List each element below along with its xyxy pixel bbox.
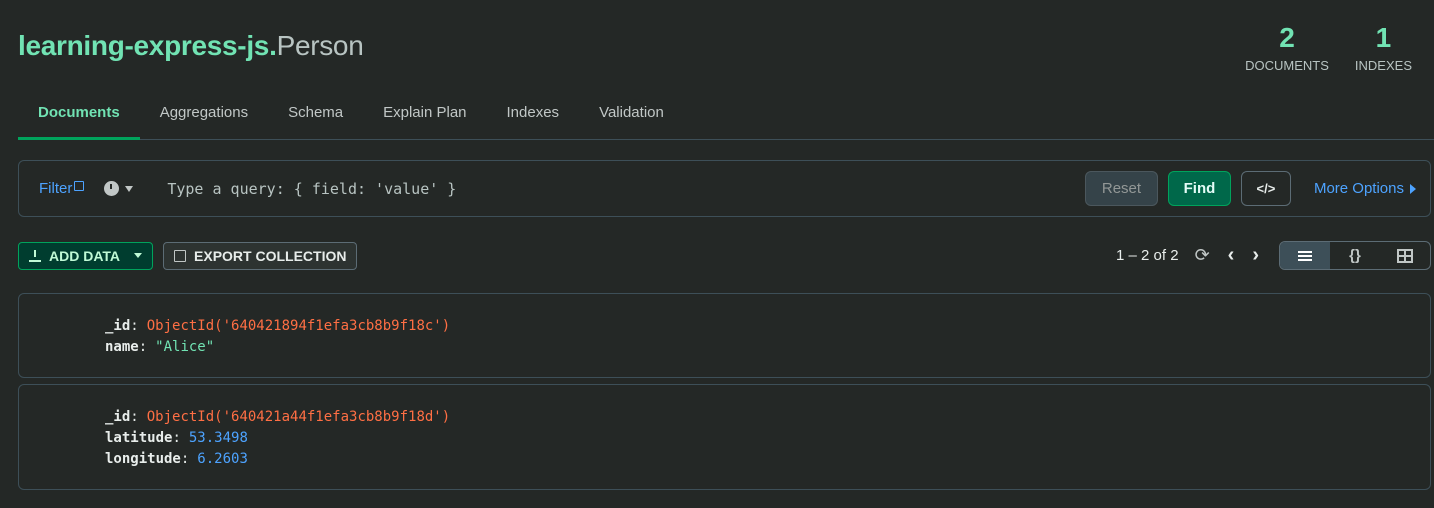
query-input[interactable] <box>167 179 1075 198</box>
collection-name: Person <box>276 30 364 61</box>
table-view-button[interactable] <box>1380 242 1430 269</box>
previous-page-icon[interactable]: ‹ <box>1228 244 1235 267</box>
indexes-label: INDEXES <box>1354 58 1412 73</box>
code-icon[interactable]: </> <box>1240 171 1291 206</box>
filter-link[interactable]: Filter <box>39 180 85 197</box>
pagination-summary: 1 – 2 of 2 <box>1116 247 1179 264</box>
export-icon <box>174 249 187 262</box>
find-button[interactable]: Find <box>1167 171 1231 206</box>
json-view-button[interactable]: {} <box>1330 242 1380 269</box>
field-value: 53.3498 <box>188 430 248 446</box>
list-icon <box>1298 250 1312 261</box>
tab-aggregations[interactable]: Aggregations <box>140 96 268 140</box>
external-link-icon <box>74 181 85 191</box>
document-field: _id: ObjectId('640421894f1efa3cb8b9f18c'… <box>105 316 1430 337</box>
download-icon <box>29 249 41 262</box>
document-card[interactable]: _id: ObjectId('640421894f1efa3cb8b9f18c'… <box>18 293 1431 378</box>
export-label: EXPORT COLLECTION <box>194 247 347 264</box>
query-history-button[interactable] <box>104 181 134 196</box>
filter-label: Filter <box>39 180 73 197</box>
collection-stats: 2 DOCUMENTS 1 INDEXES <box>1245 22 1412 73</box>
more-options-button[interactable]: More Options <box>1314 180 1416 197</box>
document-field: name: "Alice" <box>105 337 1430 358</box>
documents-toolbar: ADD DATA EXPORT COLLECTION 1 – 2 of 2 ⟳ … <box>18 241 1431 270</box>
braces-icon: {} <box>1349 247 1361 264</box>
reset-button[interactable]: Reset <box>1084 171 1158 206</box>
field-value: ObjectId('640421a44f1efa3cb8b9f18d') <box>146 409 451 425</box>
caret-right-icon <box>1410 183 1416 194</box>
caret-down-icon <box>134 253 143 258</box>
documents-stat[interactable]: 2 DOCUMENTS <box>1245 22 1329 73</box>
tab-documents[interactable]: Documents <box>18 96 140 140</box>
tab-schema[interactable]: Schema <box>268 96 363 140</box>
document-field: latitude: 53.3498 <box>105 428 1430 449</box>
document-field: _id: ObjectId('640421a44f1efa3cb8b9f18d'… <box>105 407 1430 428</box>
refresh-icon[interactable]: ⟳ <box>1195 245 1210 266</box>
document-card[interactable]: _id: ObjectId('640421a44f1efa3cb8b9f18d'… <box>18 384 1431 490</box>
indexes-stat[interactable]: 1 INDEXES <box>1355 22 1412 73</box>
field-value: 6.2603 <box>197 451 248 467</box>
list-view-button[interactable] <box>1280 242 1330 269</box>
next-page-icon[interactable]: › <box>1252 244 1259 267</box>
field-key: _id <box>105 409 131 425</box>
collection-tabs: Documents Aggregations Schema Explain Pl… <box>18 96 1434 140</box>
caret-down-icon <box>125 185 134 192</box>
tab-indexes[interactable]: Indexes <box>487 96 580 140</box>
collection-title: learning-express-js.Person <box>18 30 364 62</box>
tab-explain-plan[interactable]: Explain Plan <box>363 96 486 140</box>
field-value: "Alice" <box>155 339 215 355</box>
tab-validation[interactable]: Validation <box>579 96 684 140</box>
documents-count: 2 <box>1279 22 1295 53</box>
query-bar: Filter Reset Find </> More Options <box>18 160 1431 217</box>
document-field: longitude: 6.2603 <box>105 449 1430 470</box>
field-key: _id <box>105 318 131 334</box>
table-icon <box>1397 248 1413 263</box>
clock-icon <box>104 181 120 196</box>
field-value: ObjectId('640421894f1efa3cb8b9f18c') <box>146 318 451 334</box>
add-data-label: ADD DATA <box>49 247 121 264</box>
field-key: name <box>105 339 139 355</box>
database-name: learning-express-js. <box>18 30 277 61</box>
more-options-label: More Options <box>1313 180 1404 197</box>
add-data-button[interactable]: ADD DATA <box>18 241 154 270</box>
indexes-count: 1 <box>1375 22 1392 53</box>
documents-label: DOCUMENTS <box>1245 58 1329 73</box>
export-collection-button[interactable]: EXPORT COLLECTION <box>163 241 358 270</box>
view-toggle: {} <box>1279 241 1431 270</box>
field-key: latitude <box>105 430 173 446</box>
field-key: longitude <box>105 451 181 467</box>
